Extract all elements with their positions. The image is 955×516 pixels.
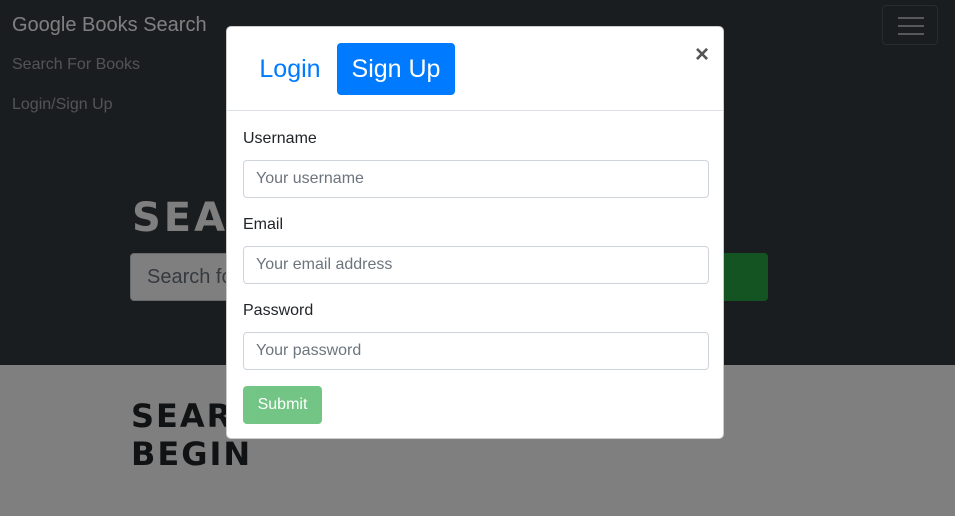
email-label: Email (243, 216, 284, 233)
username-input[interactable]: Your username (243, 160, 709, 198)
tab-login[interactable]: Login (243, 43, 337, 95)
signup-modal: Login Sign Up × Username Your username E… (226, 26, 724, 439)
close-icon[interactable]: × (690, 41, 714, 69)
email-input[interactable]: Your email address (243, 246, 709, 284)
submit-button[interactable]: Submit (243, 386, 322, 424)
password-label: Password (243, 302, 314, 319)
modal-header: Login Sign Up × (227, 27, 723, 111)
password-input[interactable]: Your password (243, 332, 709, 370)
username-label: Username (243, 130, 317, 147)
tab-signup[interactable]: Sign Up (337, 43, 455, 95)
